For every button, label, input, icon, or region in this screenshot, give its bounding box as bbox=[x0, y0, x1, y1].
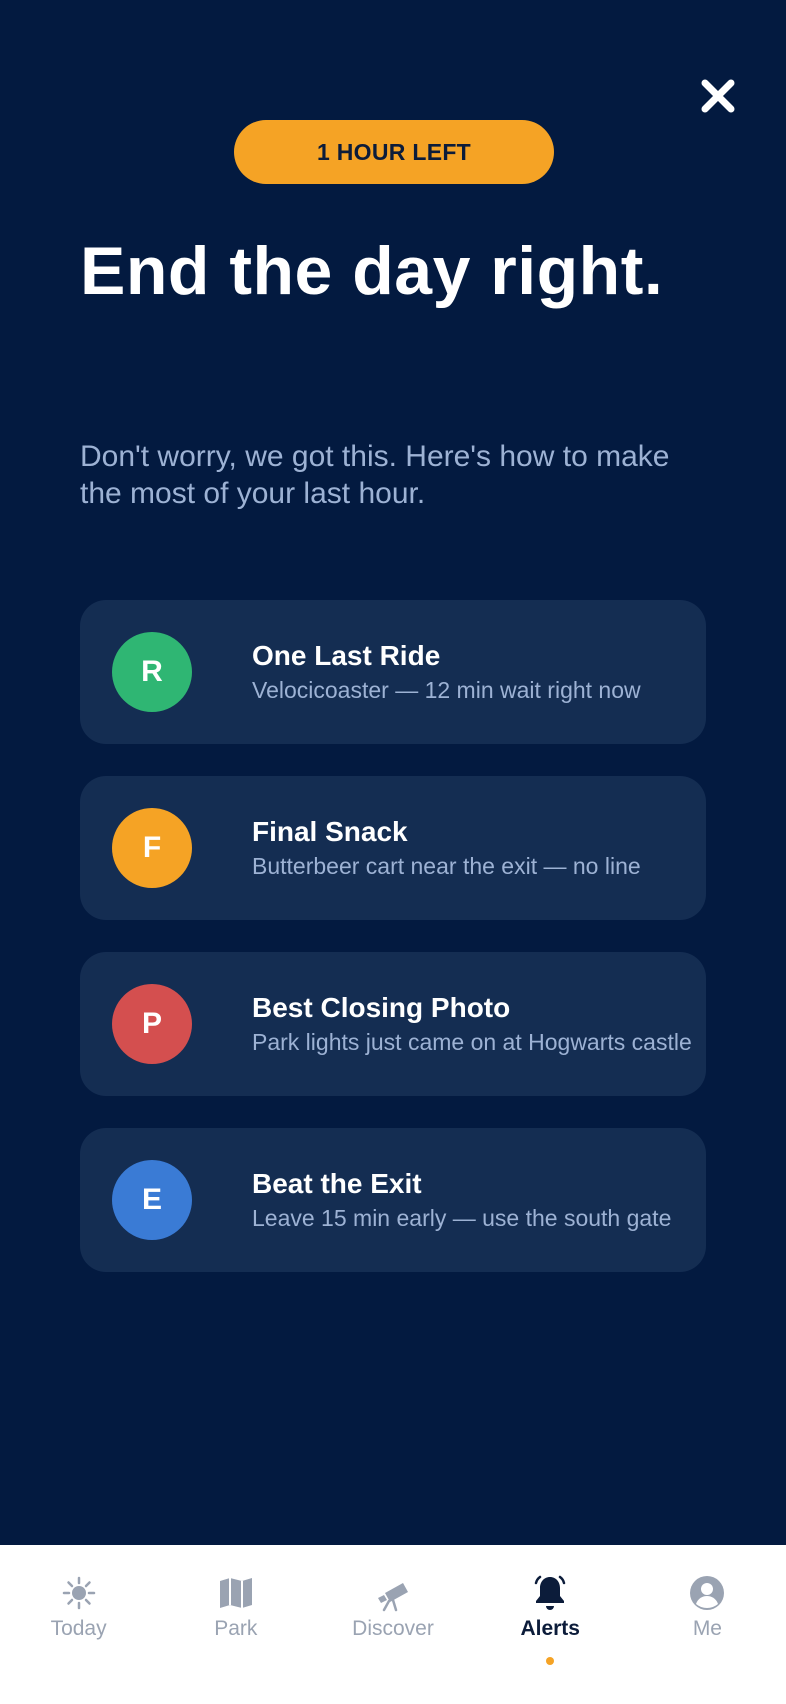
suggestion-card-last-ride[interactable]: R One Last Ride Velocicoaster — 12 min w… bbox=[80, 600, 706, 744]
close-button[interactable] bbox=[694, 72, 742, 120]
bell-icon bbox=[534, 1575, 566, 1610]
telescope-icon bbox=[378, 1583, 408, 1612]
suggestion-list: R One Last Ride Velocicoaster — 12 min w… bbox=[80, 600, 706, 1304]
tab-label: Discover bbox=[352, 1617, 434, 1640]
tab-me[interactable]: Me bbox=[629, 1545, 786, 1704]
card-initial-avatar: P bbox=[112, 984, 192, 1064]
tab-alerts[interactable]: Alerts bbox=[472, 1545, 629, 1704]
close-icon bbox=[701, 79, 735, 113]
page-title: End the day right. bbox=[80, 233, 664, 309]
bottom-tab-bar: Today Park Discover Alerts Me bbox=[0, 1545, 786, 1704]
tab-label: Me bbox=[692, 1617, 722, 1640]
map-icon bbox=[219, 1578, 252, 1608]
card-initial-avatar: F bbox=[112, 808, 192, 888]
active-tab-indicator bbox=[546, 1657, 555, 1665]
card-title: One Last Ride bbox=[252, 640, 441, 671]
card-description: Butterbeer cart near the exit — no line bbox=[252, 853, 641, 879]
page-subtitle: Don't worry, we got this. Here's how to … bbox=[80, 440, 670, 510]
tab-label: Park bbox=[214, 1617, 258, 1640]
tab-today[interactable]: Today bbox=[0, 1545, 157, 1704]
tab-park[interactable]: Park bbox=[157, 1545, 314, 1704]
tab-label: Alerts bbox=[520, 1617, 580, 1640]
card-description: Leave 15 min early — use the south gate bbox=[252, 1205, 672, 1231]
suggestion-card-closing-photo[interactable]: P Best Closing Photo Park lights just ca… bbox=[80, 952, 706, 1096]
user-icon bbox=[690, 1576, 725, 1610]
card-title: Beat the Exit bbox=[252, 1168, 422, 1199]
card-title: Best Closing Photo bbox=[252, 992, 511, 1023]
tab-discover[interactable]: Discover bbox=[314, 1545, 471, 1704]
card-title: Final Snack bbox=[252, 816, 408, 847]
card-description: Park lights just came on at Hogwarts cas… bbox=[252, 1029, 692, 1055]
sun-icon bbox=[62, 1576, 95, 1610]
time-left-badge: 1 HOUR LEFT bbox=[234, 120, 554, 184]
card-initial-avatar: R bbox=[112, 632, 192, 712]
tab-label: Today bbox=[50, 1617, 107, 1640]
card-description: Velocicoaster — 12 min wait right now bbox=[252, 677, 641, 703]
suggestion-card-final-snack[interactable]: F Final Snack Butterbeer cart near the e… bbox=[80, 776, 706, 920]
card-initial-avatar: E bbox=[112, 1160, 192, 1240]
suggestion-card-beat-exit[interactable]: E Beat the Exit Leave 15 min early — use… bbox=[80, 1128, 706, 1272]
